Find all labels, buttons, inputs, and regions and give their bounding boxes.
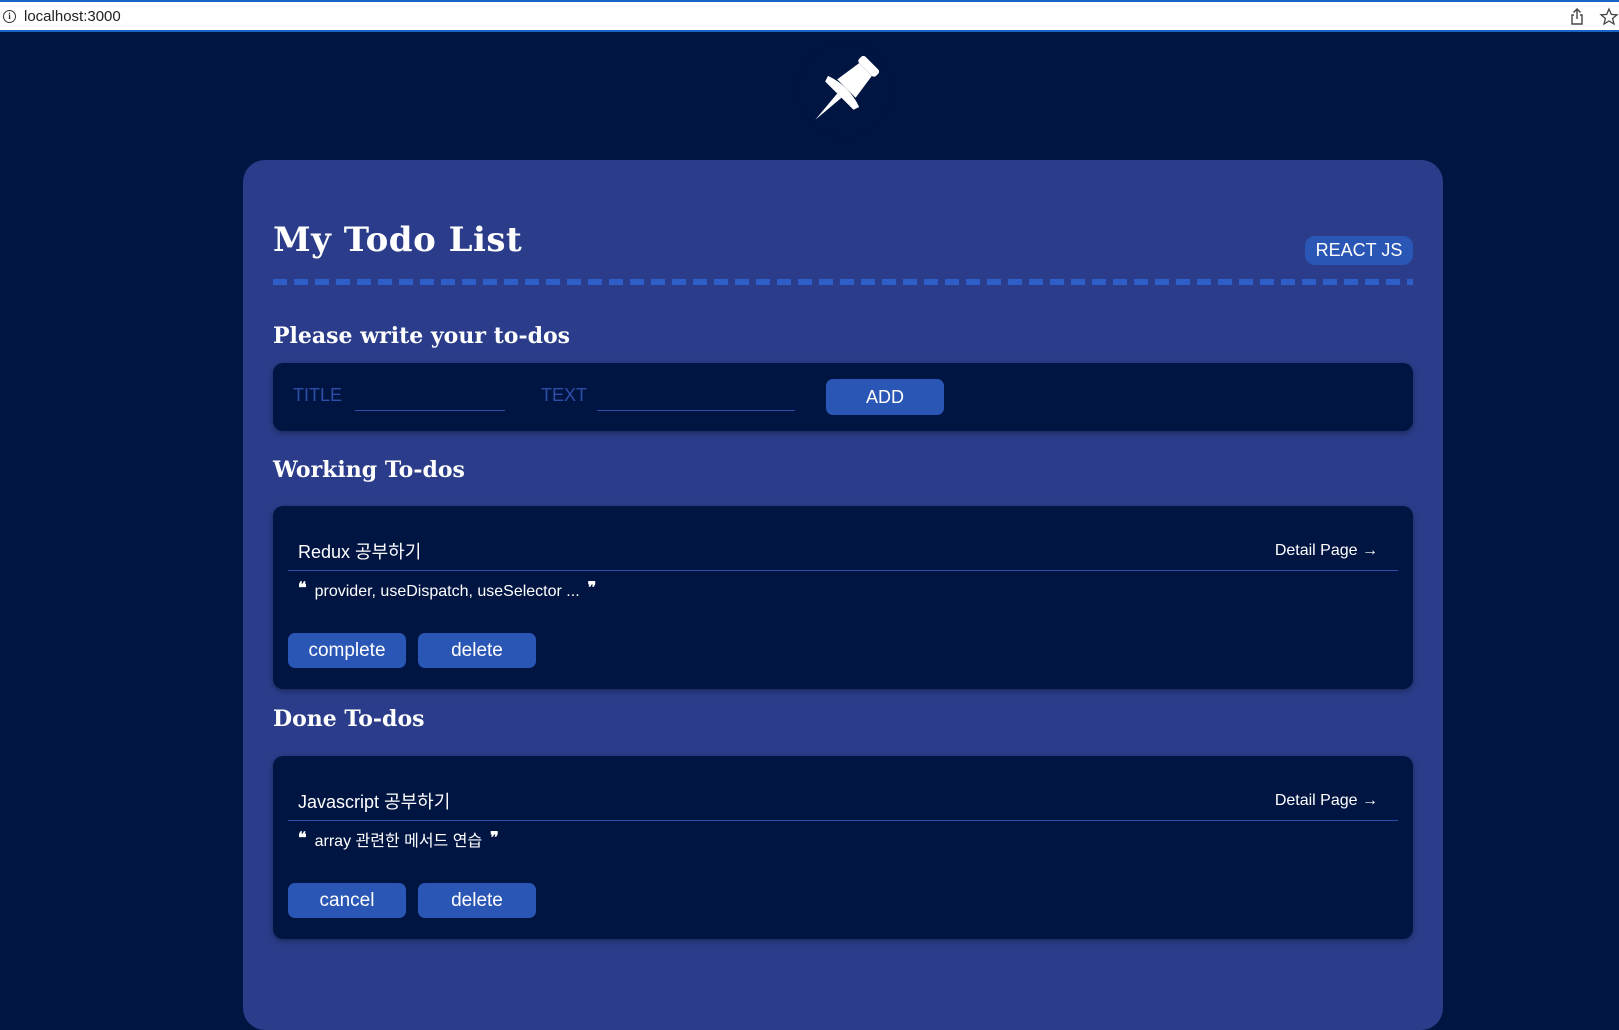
dashed-divider [273, 279, 1413, 285]
todo-text: array 관련한 메서드 연습 [314, 833, 483, 850]
share-icon[interactable] [1567, 7, 1587, 27]
open-quote-icon: ❝ [298, 828, 307, 847]
framework-badge: REACT JS [1305, 236, 1413, 265]
detail-page-link[interactable]: Detail Page → [1275, 792, 1378, 810]
form-heading: Please write your to-dos [273, 323, 571, 349]
browser-address-bar[interactable]: i localhost:3000 [0, 0, 1619, 32]
delete-button[interactable]: delete [418, 883, 536, 918]
delete-button[interactable]: delete [418, 633, 536, 668]
complete-button[interactable]: complete [288, 633, 406, 668]
todo-text: provider, useDispatch, useSelector ... [314, 583, 580, 600]
bookmark-star-icon[interactable] [1599, 7, 1619, 27]
url-text[interactable]: localhost:3000 [24, 8, 121, 25]
text-label: TEXT [541, 385, 588, 405]
todo-form: TITLE TEXT ADD [273, 363, 1413, 431]
todo-card: My Todo List REACT JS Please write your … [243, 160, 1443, 1030]
todo-item: Javascript 공부하기 Detail Page → ❝ array 관련… [273, 756, 1413, 939]
title-input[interactable] [355, 379, 505, 411]
open-quote-icon: ❝ [298, 578, 307, 597]
todo-divider [288, 570, 1398, 571]
page-title: My Todo List [273, 220, 523, 260]
text-input[interactable] [597, 379, 795, 411]
title-label: TITLE [293, 385, 343, 405]
todo-title: Javascript 공부하기 [298, 792, 451, 812]
todo-title: Redux 공부하기 [298, 542, 422, 562]
cancel-button[interactable]: cancel [288, 883, 406, 918]
todo-item: Redux 공부하기 Detail Page → ❝ provider, use… [273, 506, 1413, 689]
working-heading: Working To-dos [273, 457, 465, 483]
todo-body: ❝ provider, useDispatch, useSelector ...… [298, 578, 597, 602]
close-quote-icon: ❞ [587, 578, 597, 597]
todo-divider [288, 820, 1398, 821]
detail-page-link[interactable]: Detail Page → [1275, 542, 1378, 560]
todo-body: ❝ array 관련한 메서드 연습 ❞ [298, 828, 499, 852]
site-info-icon[interactable]: i [3, 9, 16, 23]
close-quote-icon: ❞ [490, 828, 499, 847]
pushpin-logo-icon [795, 40, 895, 140]
done-heading: Done To-dos [273, 706, 425, 732]
add-button[interactable]: ADD [826, 379, 944, 415]
